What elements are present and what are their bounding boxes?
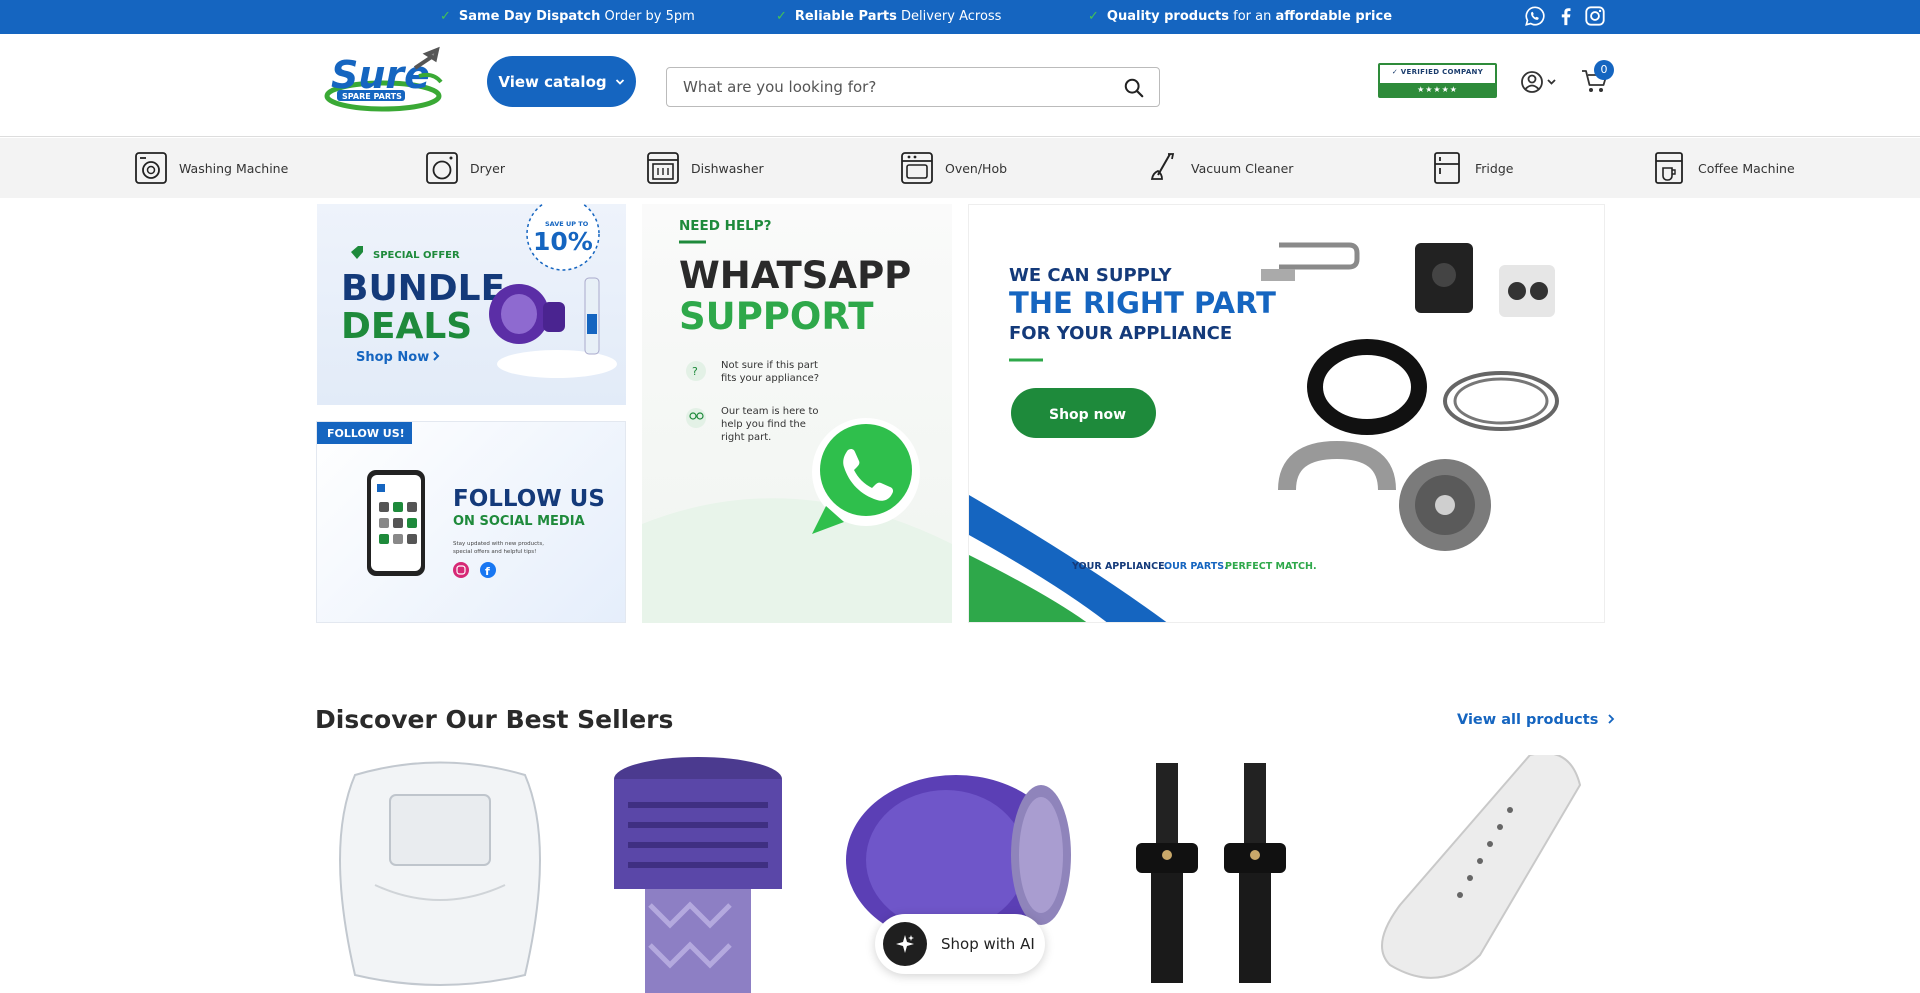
announcement-text: Order by 5pm <box>604 9 695 24</box>
category-label: Washing Machine <box>179 160 289 176</box>
announcement-bold: Quality products <box>1106 9 1229 24</box>
dishwasher-icon <box>647 152 679 184</box>
svg-text:?: ? <box>692 365 698 378</box>
category-dishwasher[interactable]: Dishwasher <box>646 150 764 186</box>
product-image-drum-paddle[interactable] <box>1360 755 1610 993</box>
oven-icon <box>901 152 933 184</box>
view-catalog-button[interactable]: View catalog <box>487 56 636 107</box>
whatsapp-logo-icon <box>812 418 920 534</box>
follow-us-banner[interactable]: FOLLOW US! FOLLOW US ON SOCIAL MEDIA Sta… <box>316 421 626 623</box>
category-label: Dryer <box>470 160 505 176</box>
shop-now-link[interactable]: Shop Now <box>356 350 429 365</box>
announcement-quality: ✓ Quality products for an affordable pric… <box>1088 9 1392 24</box>
instagram-icon[interactable] <box>1584 5 1606 27</box>
check-icon: ✓ <box>1088 9 1099 24</box>
verified-company-badge[interactable]: ✓ VERIFIED COMPANY ★★★★★ <box>1378 63 1497 98</box>
whatsapp-heading: WHATSAPP <box>679 254 911 297</box>
product-image-vacuum-filter[interactable] <box>570 755 820 993</box>
category-washing-machine[interactable]: Washing Machine <box>134 150 288 186</box>
save-percent-text: 10% <box>533 227 593 256</box>
right-part-heading: THE RIGHT PART <box>1009 286 1276 320</box>
category-label: Coffee Machine <box>1698 160 1795 176</box>
category-label: Vacuum Cleaner <box>1191 160 1294 176</box>
svg-text:f: f <box>485 565 490 578</box>
facebook-icon[interactable] <box>1555 5 1577 27</box>
verified-label: ✓ VERIFIED COMPANY <box>1391 68 1484 76</box>
announcement-bold: affordable price <box>1275 9 1393 24</box>
right-part-banner[interactable]: WE CAN SUPPLY THE RIGHT PART FOR YOUR AP… <box>968 204 1605 623</box>
view-catalog-label: View catalog <box>498 72 607 91</box>
whatsapp-point-2c: right part. <box>721 432 771 443</box>
vacuum-icon <box>1150 153 1175 180</box>
account-icon[interactable] <box>1520 68 1560 96</box>
dryer-icon <box>426 152 458 184</box>
product-image-carbon-brushes[interactable] <box>1096 755 1346 993</box>
shop-with-ai-button[interactable]: Shop with AI <box>875 914 1045 974</box>
category-label: Fridge <box>1475 160 1514 176</box>
whatsapp-icon[interactable] <box>1524 5 1546 27</box>
category-dryer[interactable]: Dryer <box>425 150 505 186</box>
category-nav: Washing Machine Dryer Dishwasher Oven/Ho… <box>0 138 1920 198</box>
category-label: Dishwasher <box>691 160 764 176</box>
product-image-dryer-cover[interactable] <box>315 755 565 993</box>
logo[interactable]: Sure SPARE PARTS <box>323 46 455 116</box>
bundle-text: BUNDLE <box>341 268 505 309</box>
view-all-products-link[interactable]: View all products <box>1457 712 1615 728</box>
chevron-right-icon <box>1608 714 1615 724</box>
social-media-text: ON SOCIAL MEDIA <box>453 514 585 529</box>
category-oven[interactable]: Oven/Hob <box>900 150 1007 186</box>
we-can-supply-text: WE CAN SUPPLY <box>1009 265 1173 286</box>
follow-small-1: Stay updated with new products, <box>453 541 544 547</box>
shop-with-ai-label: Shop with AI <box>941 935 1035 953</box>
tagline-parts: OUR PARTS. <box>1164 561 1228 572</box>
category-label: Oven/Hob <box>945 160 1008 176</box>
tagline-match: PERFECT MATCH. <box>1225 561 1317 572</box>
category-vacuum-cleaner[interactable]: Vacuum Cleaner <box>1146 150 1293 186</box>
sparkle-icon <box>883 922 927 966</box>
announcement-bold: Reliable Parts <box>794 9 897 24</box>
announcement-bold: Same Day Dispatch <box>458 9 601 24</box>
appliance-parts-image <box>1261 242 1559 551</box>
cart-count-badge: 0 <box>1594 60 1614 80</box>
need-help-text: NEED HELP? <box>679 218 772 234</box>
instagram-icon <box>453 562 469 578</box>
logo-subtitle: SPARE PARTS <box>342 92 402 101</box>
category-fridge[interactable]: Fridge <box>1430 150 1513 186</box>
best-sellers-heading: Discover Our Best Sellers <box>315 705 674 734</box>
shop-now-label: Shop now <box>1049 407 1126 423</box>
search-icon[interactable] <box>1123 77 1145 99</box>
site-header: Sure SPARE PARTS View catalog ✓ VERIFIED… <box>0 34 1920 137</box>
support-heading: SUPPORT <box>679 295 874 338</box>
follow-us-tag: FOLLOW US! <box>327 427 405 440</box>
announcement-bar: ✓ Same Day Dispatch Order by 5pm ✓ Reliabl… <box>0 0 1920 34</box>
announcement-text: for an <box>1233 9 1272 24</box>
special-offer-text: SPECIAL OFFER <box>373 250 460 261</box>
tagline-appliance: YOUR APPLIANCE. <box>1071 561 1168 572</box>
whatsapp-point-2b: help you find the <box>721 419 806 430</box>
check-icon: ✓ <box>776 9 787 24</box>
search-input[interactable] <box>683 68 1103 106</box>
follow-us-heading: FOLLOW US <box>453 486 605 512</box>
for-your-appliance-text: FOR YOUR APPLIANCE <box>1009 323 1232 344</box>
deals-text: DEALS <box>341 306 472 347</box>
search-bar <box>666 67 1160 107</box>
announcement-parts: ✓ Reliable Parts Delivery Across <box>776 9 1001 24</box>
whatsapp-support-banner[interactable]: NEED HELP? WHATSAPP SUPPORT ? Not sure i… <box>642 204 952 623</box>
whatsapp-point-1b: fits your appliance? <box>721 373 819 384</box>
chevron-right-icon <box>433 351 440 361</box>
announcement-dispatch: ✓ Same Day Dispatch Order by 5pm <box>440 9 695 24</box>
view-all-label: View all products <box>1457 712 1599 728</box>
chevron-down-icon <box>615 78 624 85</box>
category-coffee-machine[interactable]: Coffee Machine <box>1653 150 1795 186</box>
coffee-machine-icon <box>1655 152 1683 184</box>
follow-small-2: special offers and helpful tips! <box>453 549 536 555</box>
fridge-icon <box>1434 152 1460 184</box>
check-icon: ✓ <box>440 9 451 24</box>
announcement-text: Delivery Across <box>900 9 1002 24</box>
whatsapp-point-2a: Our team is here to <box>721 406 819 417</box>
bundle-deals-banner[interactable]: SAVE UP TO 10% SPECIAL OFFER BUNDLE DEAL… <box>317 204 626 405</box>
washing-machine-icon <box>135 152 167 184</box>
verified-stars: ★★★★★ <box>1380 83 1495 96</box>
whatsapp-point-1a: Not sure if this part <box>721 360 818 371</box>
